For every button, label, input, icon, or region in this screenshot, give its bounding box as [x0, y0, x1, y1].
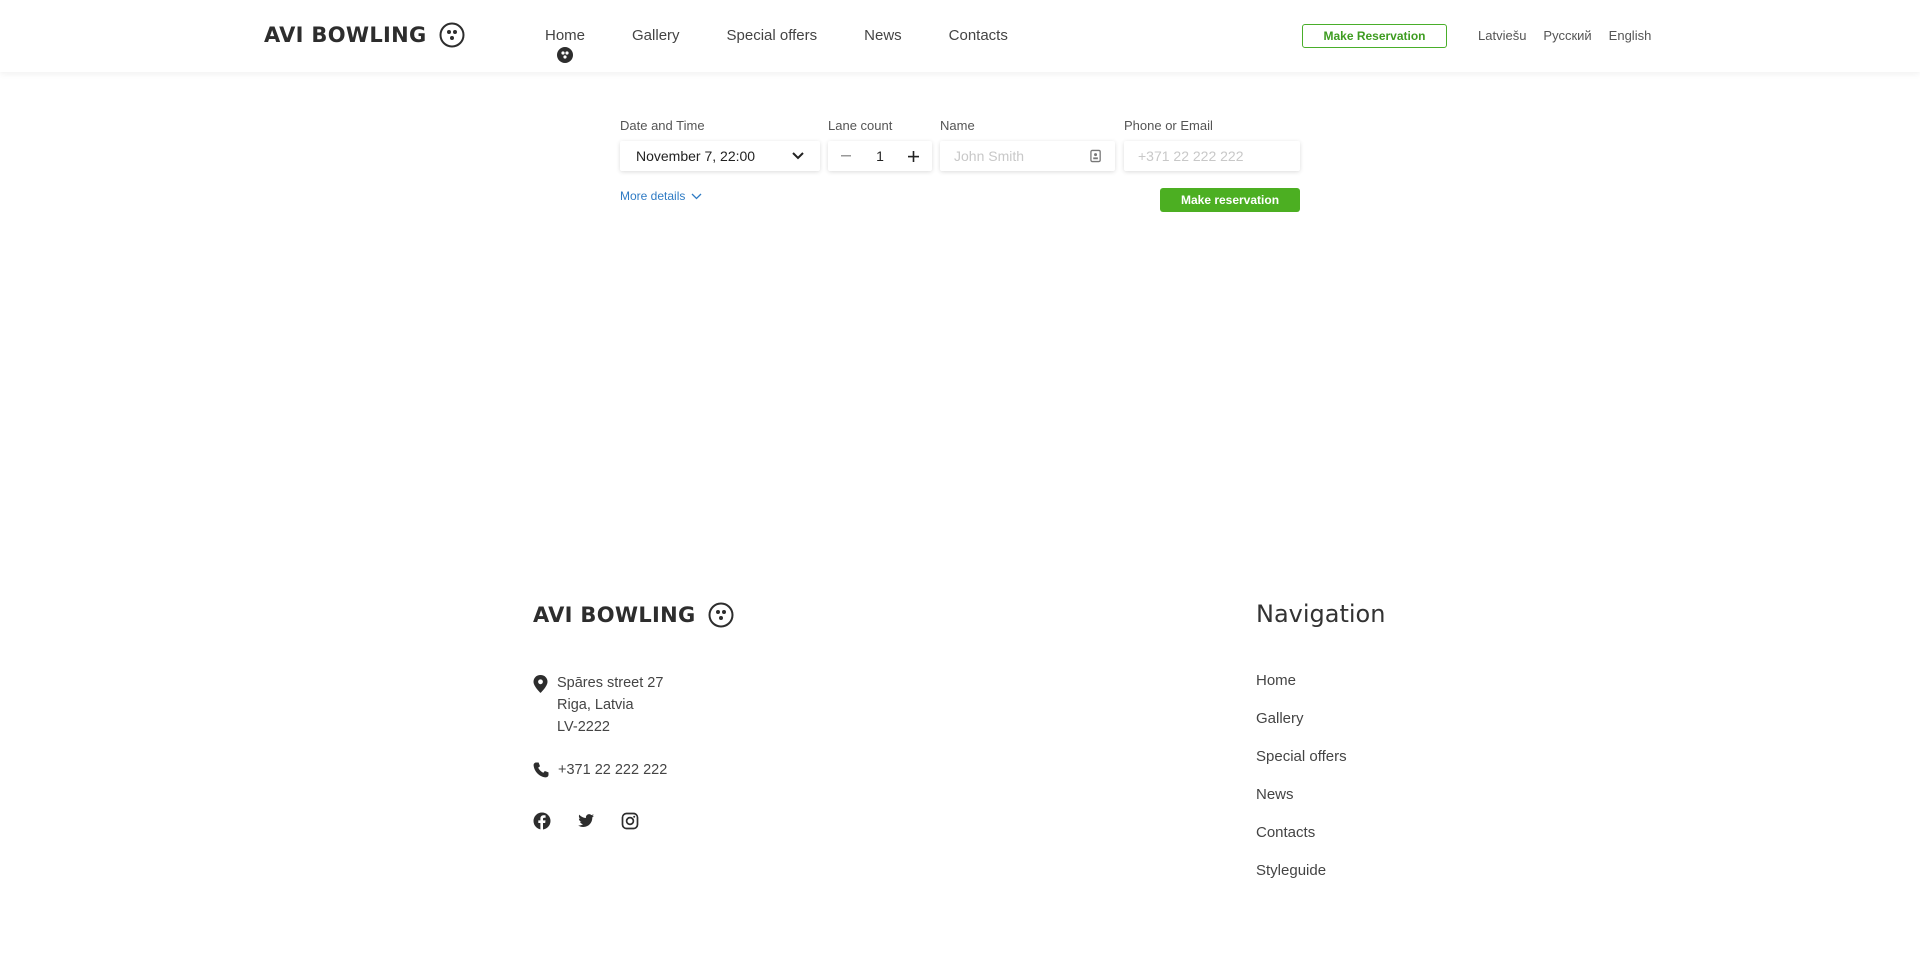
footer-nav: Home Gallery Special offers News Contact…: [1256, 672, 1347, 881]
nav-item-label: Special offers: [726, 27, 818, 44]
footer-nav-special-offers[interactable]: Special offers: [1256, 748, 1347, 767]
make-reservation-submit-button[interactable]: Make reservation: [1160, 188, 1300, 212]
footer-logo[interactable]: AVI BOWLING: [533, 602, 734, 628]
footer-nav-title: Navigation: [1256, 600, 1386, 628]
location-pin-icon: [533, 675, 548, 693]
lane-count-value: 1: [876, 148, 884, 164]
lang-english[interactable]: English: [1609, 28, 1652, 43]
contact-card-icon: [1090, 149, 1101, 163]
social-links: [533, 812, 639, 830]
logo-text: AVI BOWLING: [533, 603, 696, 627]
facebook-icon[interactable]: [533, 812, 551, 830]
address-street: Spāres street 27: [557, 675, 664, 691]
instagram-icon[interactable]: [621, 812, 639, 830]
date-time-select[interactable]: November 7, 22:00: [620, 141, 820, 171]
footer-nav-contacts[interactable]: Contacts: [1256, 824, 1347, 843]
bowling-ball-icon: [708, 602, 734, 628]
language-switcher: Latviešu Русский English: [1478, 28, 1651, 43]
nav-item-label: Contacts: [948, 27, 1008, 44]
increment-button[interactable]: [906, 148, 922, 164]
address-city: Riga, Latvia: [557, 697, 634, 713]
chevron-down-icon: [691, 193, 702, 199]
phone-block: +371 22 222 222: [533, 762, 667, 778]
phone-email-input[interactable]: [1138, 148, 1286, 164]
contact-label: Phone or Email: [1124, 118, 1213, 133]
nav-item-label: Gallery: [632, 27, 680, 44]
lang-russian[interactable]: Русский: [1543, 28, 1591, 43]
nav-item-news[interactable]: News: [864, 0, 902, 72]
nav-item-label: News: [864, 27, 902, 44]
main-nav: Home Gallery Special offers News Contact…: [545, 0, 1055, 72]
twitter-icon[interactable]: [577, 812, 595, 830]
address-postcode: LV-2222: [557, 719, 610, 735]
plus-icon: [908, 150, 920, 162]
contact-field: [1124, 141, 1300, 171]
chevron-down-icon: [792, 152, 804, 160]
nav-item-gallery[interactable]: Gallery: [632, 0, 680, 72]
lanes-label: Lane count: [828, 118, 893, 133]
logo-text: AVI BOWLING: [264, 23, 427, 47]
date-label: Date and Time: [620, 118, 705, 133]
name-field: [940, 141, 1115, 171]
phone-icon: [533, 762, 549, 778]
lane-count-stepper: 1: [828, 141, 932, 171]
header-logo[interactable]: AVI BOWLING: [264, 22, 465, 48]
lang-latvian[interactable]: Latviešu: [1478, 28, 1526, 43]
name-label: Name: [940, 118, 975, 133]
date-value: November 7, 22:00: [636, 148, 756, 164]
nav-item-special-offers[interactable]: Special offers: [727, 0, 818, 72]
footer-nav-news[interactable]: News: [1256, 786, 1347, 805]
phone-number[interactable]: +371 22 222 222: [558, 762, 667, 778]
make-reservation-header-button[interactable]: Make Reservation: [1302, 24, 1447, 48]
nav-item-label: Home: [545, 27, 586, 44]
footer-nav-home[interactable]: Home: [1256, 672, 1347, 691]
active-indicator-icon: [557, 47, 573, 63]
nav-item-contacts[interactable]: Contacts: [949, 0, 1008, 72]
site-header: AVI BOWLING Home Gallery Special offers …: [0, 0, 1920, 72]
bowling-ball-icon: [439, 22, 465, 48]
footer-nav-styleguide[interactable]: Styleguide: [1256, 862, 1347, 881]
address-lines: Spāres street 27 Riga, Latvia LV-2222: [557, 672, 663, 738]
address-block: Spāres street 27 Riga, Latvia LV-2222: [533, 672, 663, 738]
more-details-toggle[interactable]: More details: [620, 189, 702, 203]
minus-icon: [841, 155, 851, 157]
more-details-label: More details: [620, 189, 686, 203]
decrement-button[interactable]: [838, 148, 854, 164]
nav-item-home[interactable]: Home: [545, 0, 585, 72]
footer-nav-gallery[interactable]: Gallery: [1256, 710, 1347, 729]
name-input[interactable]: [954, 148, 1090, 164]
